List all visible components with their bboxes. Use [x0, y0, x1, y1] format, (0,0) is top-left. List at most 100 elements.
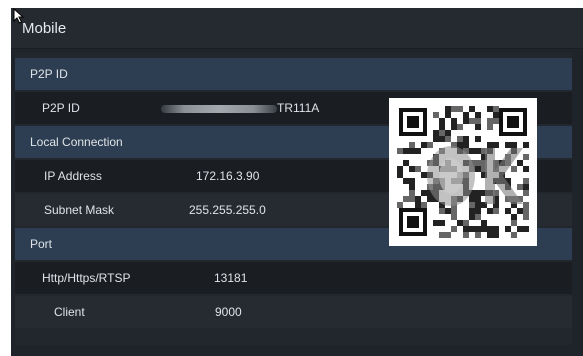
qr-module [421, 142, 427, 148]
qr-module [433, 136, 439, 142]
qr-module [487, 118, 493, 124]
qr-module [403, 178, 409, 184]
qr-module [439, 136, 445, 142]
qr-module [481, 226, 487, 232]
qr-module [445, 130, 451, 136]
client-port-row: Client 9000 [15, 296, 572, 328]
qr-module [421, 172, 427, 178]
qr-module [523, 178, 529, 184]
qr-module [403, 148, 409, 154]
qr-module [397, 172, 403, 178]
qr-module [487, 226, 493, 232]
window-title: Mobile [22, 20, 67, 37]
qr-module [457, 106, 463, 112]
qr-module [415, 202, 421, 208]
ip-address-value[interactable]: 172.16.3.90 [196, 169, 259, 183]
subnet-mask-value[interactable]: 255.255.255.0 [189, 203, 266, 217]
qr-module [427, 196, 433, 202]
qr-module [433, 220, 439, 226]
qr-module [475, 124, 481, 130]
qr-module [463, 112, 469, 118]
qr-module [487, 232, 493, 238]
qr-module [457, 220, 463, 226]
qr-module [493, 226, 499, 232]
qr-module [439, 208, 445, 214]
qr-module [493, 112, 499, 118]
qr-module [403, 160, 409, 166]
p2p-id-label: P2P ID [42, 101, 80, 115]
qr-module [511, 214, 517, 220]
qr-module [409, 178, 415, 184]
qr-module [445, 112, 451, 118]
p2p-id-value[interactable]: TR111A [277, 101, 319, 115]
qr-module [427, 142, 433, 148]
qr-module [511, 166, 517, 172]
qr-module [475, 148, 481, 154]
http-port-value[interactable]: 13181 [214, 271, 247, 285]
qr-module [415, 148, 421, 154]
qr-module [415, 196, 421, 202]
qr-module [517, 208, 523, 214]
qr-module [493, 208, 499, 214]
qr-module [409, 184, 415, 190]
qr-module [517, 184, 523, 190]
qr-module [397, 166, 403, 172]
qr-module [397, 202, 403, 208]
qr-module [463, 232, 469, 238]
qr-module [445, 232, 451, 238]
qr-module [463, 118, 469, 124]
qr-module [475, 118, 481, 124]
mouse-cursor-icon [13, 8, 25, 24]
qr-module [475, 214, 481, 220]
qr-module [493, 106, 499, 112]
qr-module [469, 118, 475, 124]
qr-module [487, 124, 493, 130]
qr-module [493, 232, 499, 238]
qr-module [409, 190, 415, 196]
qr-module [469, 196, 475, 202]
qr-module [439, 118, 445, 124]
qr-module [415, 166, 421, 172]
qr-module [511, 220, 517, 226]
qr-module [523, 190, 529, 196]
qr-module [445, 208, 451, 214]
qr-module [475, 190, 481, 196]
subnet-mask-label: Subnet Mask [44, 203, 115, 217]
qr-module [505, 208, 511, 214]
qr-code-icon [389, 98, 537, 246]
qr-module [511, 142, 517, 148]
qr-module [409, 196, 415, 202]
qr-module [421, 190, 427, 196]
qr-module [451, 226, 457, 232]
qr-module [475, 136, 481, 142]
ip-address-label: IP Address [44, 169, 102, 183]
qr-module [457, 136, 463, 142]
qr-module [487, 208, 493, 214]
qr-module [493, 118, 499, 124]
qr-module [439, 124, 445, 130]
qr-module [475, 202, 481, 208]
section-label: Port [30, 237, 53, 251]
qr-module [523, 142, 529, 148]
qr-module [463, 136, 469, 142]
client-port-value[interactable]: 9000 [215, 305, 242, 319]
qr-module [475, 160, 481, 166]
qr-module [475, 232, 481, 238]
qr-module [475, 166, 481, 172]
qr-module [493, 142, 499, 148]
qr-module [511, 232, 517, 238]
qr-module [469, 226, 475, 232]
section-p2p-header: P2P ID [15, 58, 572, 90]
qr-module [469, 208, 475, 214]
qr-module [439, 220, 445, 226]
qr-module [451, 106, 457, 112]
qr-module [523, 202, 529, 208]
qr-module [433, 130, 439, 136]
masked-id-blur [161, 105, 277, 113]
qr-module [505, 226, 511, 232]
qr-module [523, 154, 529, 160]
qr-module [403, 196, 409, 202]
qr-module [451, 208, 457, 214]
qr-module [469, 214, 475, 220]
qr-module [523, 214, 529, 220]
